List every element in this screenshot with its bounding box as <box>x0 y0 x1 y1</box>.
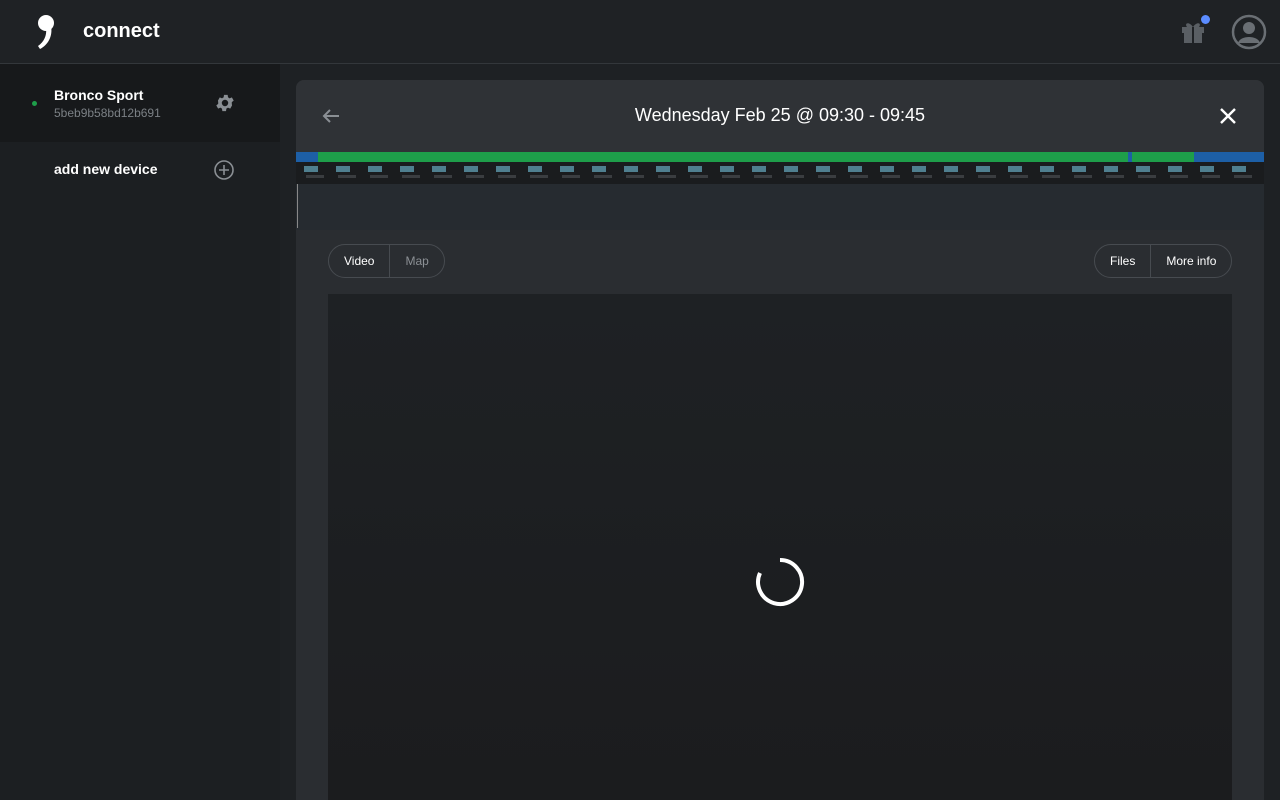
info-toggle: Files More info <box>1094 244 1233 278</box>
timeline-thumbnail <box>976 166 990 172</box>
drive-title: Wednesday Feb 25 @ 09:30 - 09:45 <box>634 105 926 125</box>
timeline-thumbnail-road <box>978 175 996 178</box>
playhead-marker[interactable] <box>297 184 298 228</box>
timeline-thumbnail <box>304 166 318 172</box>
timeline-thumbnail <box>560 166 574 172</box>
timeline-thumbnail-road <box>562 175 580 178</box>
timeline-thumbnail <box>432 166 446 172</box>
device-name: Bronco Sport <box>54 87 144 103</box>
timeline-thumbnail-road <box>850 175 868 178</box>
device-dongle-id: 5beb9b58bd12b691 <box>54 106 161 120</box>
video-player[interactable] <box>328 294 1232 800</box>
timeline-thumbnail <box>1232 166 1246 172</box>
drive-timeline[interactable] <box>296 152 1264 184</box>
timeline-thumbnail <box>496 166 510 172</box>
timeline-thumbnail-road <box>882 175 900 178</box>
timeline-thumbnail-road <box>818 175 836 178</box>
timeline-thumbnail-road <box>754 175 772 178</box>
add-circle-icon[interactable] <box>213 159 235 181</box>
timeline-scrubber[interactable] <box>296 184 1264 230</box>
timeline-thumbnail-road <box>722 175 740 178</box>
timeline-thumbnail-road <box>530 175 548 178</box>
timeline-thumbnail <box>1200 166 1214 172</box>
timeline-thumbnail <box>784 166 798 172</box>
timeline-thumbnail-road <box>946 175 964 178</box>
drive-panel: Wednesday Feb 25 @ 09:30 - 09:45 Video M… <box>296 80 1264 800</box>
timeline-thumbnail-road <box>626 175 644 178</box>
timeline-thumbnail-road <box>914 175 932 178</box>
gear-icon[interactable] <box>214 92 236 114</box>
more-info-button[interactable]: More info <box>1150 245 1231 277</box>
timeline-thumbnail <box>1136 166 1150 172</box>
timeline-thumbnail-road <box>466 175 484 178</box>
timeline-thumbnail <box>400 166 414 172</box>
timeline-thumbnail <box>752 166 766 172</box>
timeline-thumbnail <box>1072 166 1086 172</box>
timeline-thumbnail-road <box>1042 175 1060 178</box>
timeline-thumbnail-road <box>786 175 804 178</box>
timeline-thumbnail-road <box>690 175 708 178</box>
timeline-thumbnail-road <box>306 175 324 178</box>
timeline-thumbnail <box>656 166 670 172</box>
app-name: connect <box>83 20 160 42</box>
timeline-thumbnail <box>720 166 734 172</box>
timeline-thumbnail <box>368 166 382 172</box>
timeline-thumbnail-road <box>1170 175 1188 178</box>
timeline-thumbnail-road <box>1106 175 1124 178</box>
comma-logo-icon[interactable] <box>34 14 56 50</box>
files-button[interactable]: Files <box>1095 245 1150 277</box>
timeline-thumbnail-road <box>1202 175 1220 178</box>
timeline-thumbnail <box>1040 166 1054 172</box>
timeline-thumbnail <box>816 166 830 172</box>
timeline-thumbnail <box>624 166 638 172</box>
timeline-thumbnail-road <box>594 175 612 178</box>
drive-header: Wednesday Feb 25 @ 09:30 - 09:45 <box>296 80 1264 152</box>
close-icon[interactable] <box>1218 106 1238 126</box>
tab-video[interactable]: Video <box>329 245 389 277</box>
timeline-thumbnail-road <box>1010 175 1028 178</box>
notification-dot <box>1201 15 1210 24</box>
timeline-thumbnail <box>464 166 478 172</box>
sidebar: Bronco Sport 5beb9b58bd12b691 add new de… <box>0 64 280 800</box>
add-device-label: add new device <box>54 161 158 177</box>
timeline-thumbnail <box>1104 166 1118 172</box>
view-toggle: Video Map <box>328 244 445 278</box>
timeline-thumbnail-road <box>1138 175 1156 178</box>
device-item[interactable]: Bronco Sport 5beb9b58bd12b691 <box>0 64 280 142</box>
timeline-thumbnail <box>1168 166 1182 172</box>
timeline-thumbnail-road <box>658 175 676 178</box>
timeline-thumbnail <box>688 166 702 172</box>
top-bar: connect <box>0 0 1280 64</box>
timeline-thumbnail <box>1008 166 1022 172</box>
timeline-thumbnail-road <box>1234 175 1252 178</box>
loading-spinner-icon <box>756 557 805 606</box>
account-avatar-icon[interactable] <box>1231 14 1267 50</box>
timeline-thumbnail-road <box>338 175 356 178</box>
timeline-thumbnail <box>528 166 542 172</box>
timeline-thumbnail-road <box>370 175 388 178</box>
timeline-thumbnail <box>912 166 926 172</box>
tab-map[interactable]: Map <box>389 245 443 277</box>
add-device-item[interactable]: add new device <box>0 142 280 198</box>
timeline-thumbnail-road <box>1074 175 1092 178</box>
timeline-thumbnail <box>848 166 862 172</box>
timeline-thumbnail-road <box>498 175 516 178</box>
timeline-thumbnail-road <box>434 175 452 178</box>
timeline-thumbnail <box>880 166 894 172</box>
timeline-thumbnail <box>336 166 350 172</box>
timeline-thumbnail <box>592 166 606 172</box>
timeline-thumbnail <box>944 166 958 172</box>
timeline-thumbnail-road <box>402 175 420 178</box>
online-status-dot <box>32 101 37 106</box>
